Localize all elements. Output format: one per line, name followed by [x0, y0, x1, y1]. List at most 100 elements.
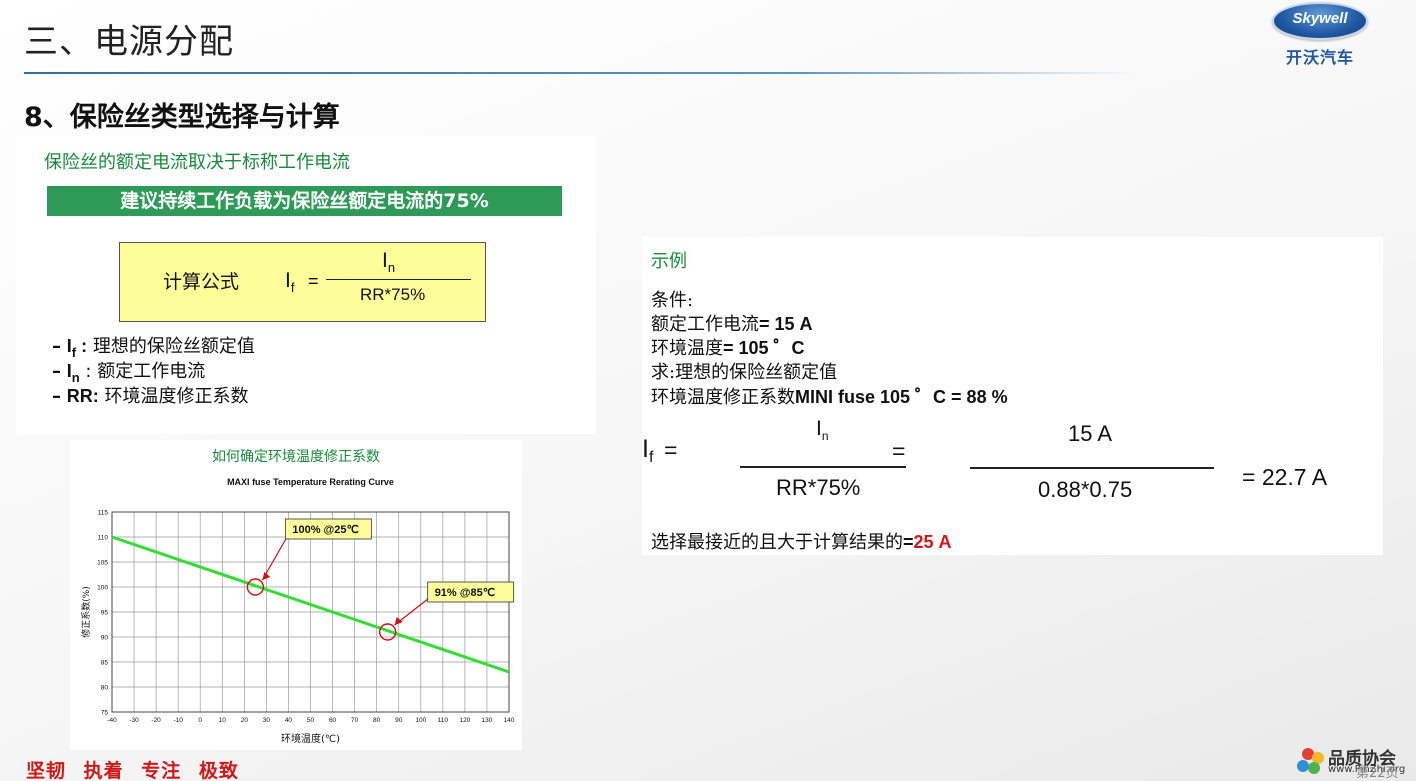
x-tick-label: 130: [482, 717, 493, 724]
x-tick-label: 110: [438, 717, 449, 724]
calc-num-1: In: [816, 417, 829, 443]
x-tick-label: -20: [151, 717, 161, 724]
logo-chinese-name: 开沃汽车: [1285, 48, 1354, 67]
x-tick-label: 70: [351, 717, 359, 724]
definition-text: 额定工作电流: [91, 361, 206, 382]
definition-text: 环境温度修正系数: [98, 386, 249, 407]
title-divider: [24, 72, 1134, 74]
conclusion-label: 选择最接近的且大于计算结果的: [651, 532, 903, 553]
formula-lhs: If: [285, 269, 294, 295]
calc-equals-1: =: [664, 437, 678, 463]
x-tick-label: 10: [219, 717, 227, 724]
definition-sep: :: [79, 361, 92, 382]
ambient-value: = 105 ゜C: [723, 338, 805, 358]
conclusion-equals: =: [903, 532, 914, 552]
definition-row: – In : 额定工作电流: [52, 357, 205, 385]
page-title: 三、电源分配: [24, 22, 234, 62]
y-tick-label: 85: [101, 660, 109, 667]
conditions-label: 条件:: [651, 286, 693, 312]
y-tick-label: 80: [101, 685, 109, 692]
definition-text: 理想的保险丝额定值: [87, 336, 255, 357]
x-tick-label: 80: [373, 717, 381, 724]
find-text: 求:理想的保险丝额定值: [651, 362, 838, 383]
factor-label: 环境温度修正系数: [651, 387, 795, 408]
x-tick-label: 40: [285, 717, 293, 724]
calc-num1-sub: n: [821, 429, 829, 443]
formula-lhs-sub: f: [290, 280, 295, 295]
formula-label: 计算公式: [163, 271, 240, 293]
definition-dash: –: [52, 361, 61, 382]
annotation-label: 91% @85℃: [435, 587, 495, 599]
y-tick-label: 100: [97, 585, 108, 592]
x-tick-label: 60: [329, 717, 337, 724]
formula-equals: =: [308, 271, 319, 291]
calc-lhs: If: [642, 435, 653, 467]
logo-wordmark: Skywell: [1292, 10, 1348, 27]
recommendation-banner: 建议持续工作负载为保险丝额定电流的75%: [47, 186, 562, 216]
definition-dash: –: [52, 386, 61, 407]
ambient-line: 环境温度= 105 ゜C: [651, 334, 805, 360]
x-tick-label: -40: [107, 717, 117, 724]
calc-equals-2: =: [892, 438, 906, 464]
fuse-rule-panel: 保险丝的额定电流取决于标称工作电流 建议持续工作负载为保险丝额定电流的75% 计…: [16, 136, 596, 434]
find-line: 求:理想的保险丝额定值: [651, 358, 837, 384]
chart-title: MAXI fuse Temperature Rerating Curve: [227, 477, 394, 487]
x-tick-label: -30: [129, 717, 139, 724]
x-axis-label: 环境温度(℃): [281, 732, 340, 745]
factor-line: 环境温度修正系数MINI fuse 105 ゜C = 88 %: [651, 383, 1008, 409]
derating-chart-panel: 如何确定环境温度修正系数 MAXI fuse Temperature Rerat…: [70, 440, 522, 750]
section-heading: 8、保险丝类型选择与计算: [24, 102, 340, 133]
definition-sep: :: [76, 336, 88, 356]
y-axis-label: 修正系数(%): [80, 586, 92, 638]
formula-box: 计算公式 If = In RR*75%: [119, 242, 486, 322]
watermark-flower-icon: [1297, 748, 1324, 774]
y-tick-label: 90: [101, 635, 109, 642]
calc-fraction-bar-1: [740, 466, 906, 468]
calc-fraction-bar-2: [970, 467, 1214, 469]
formula-num-sub: n: [387, 260, 396, 275]
derating-chart: MAXI fuse Temperature Rerating Curve -40 -…: [80, 477, 515, 745]
example-heading: 示例: [651, 251, 687, 272]
y-tick-label: 75: [101, 710, 109, 717]
factor-value: MINI fuse 105 ゜C = 88 %: [795, 387, 1008, 407]
example-panel: 示例 条件: 额定工作电流= 15 A 环境温度= 105 ゜C 求:理想的保险…: [642, 237, 1383, 555]
page-number: 第22页: [1356, 766, 1399, 781]
definition-var: RR: [66, 386, 93, 406]
brand-logo: Skywell 开沃汽车: [1266, 2, 1376, 68]
rated-current-line: 额定工作电流= 15 A: [651, 310, 813, 336]
definition-row: – RR: 环境温度修正系数: [52, 382, 248, 408]
footer-slogan: 坚韧 执着 专注 极致: [26, 760, 239, 781]
calc-result: = 22.7 A: [1242, 464, 1328, 490]
conclusion-line: 选择最接近的且大于计算结果的=25 A: [651, 528, 952, 554]
x-tick-label: 0: [198, 717, 202, 724]
annotation-label: 100% @25℃: [292, 524, 359, 536]
definition-row: – If : 理想的保险丝额定值: [52, 332, 255, 360]
calc-num-2: 15 A: [1068, 421, 1113, 446]
x-tick-label: 50: [307, 717, 315, 724]
x-tick-label: 100: [415, 717, 426, 724]
formula-denominator: RR*75%: [360, 285, 426, 304]
conditions-text: 条件:: [651, 290, 694, 311]
formula-numerator: In: [382, 249, 395, 275]
conclusion-value: 25 A: [913, 532, 952, 552]
y-tick-label: 110: [98, 535, 109, 542]
calc-den-1: RR*75%: [776, 475, 861, 500]
rated-current-label: 额定工作电流: [651, 314, 759, 335]
panel-heading: 保险丝的额定电流取决于标称工作电流: [44, 152, 350, 173]
y-tick-label: 95: [101, 610, 109, 617]
x-tick-label: 30: [263, 717, 271, 724]
x-tick-label: 20: [241, 717, 249, 724]
y-tick-label: 115: [98, 510, 109, 517]
x-tick-label: 120: [459, 717, 470, 724]
x-tick-label: 90: [395, 717, 403, 724]
calc-lhs-var: I: [642, 435, 649, 463]
definition-dash: –: [52, 336, 61, 357]
ambient-label: 环境温度: [651, 338, 723, 359]
calc-lhs-sub: f: [648, 449, 654, 466]
formula-fraction-bar: [326, 279, 471, 280]
x-tick-label: 140: [504, 717, 515, 724]
calc-den-2: 0.88*0.75: [1038, 477, 1133, 502]
rated-current-value: = 15 A: [759, 314, 813, 334]
y-tick-label: 105: [97, 560, 108, 567]
x-tick-label: -10: [173, 717, 183, 724]
